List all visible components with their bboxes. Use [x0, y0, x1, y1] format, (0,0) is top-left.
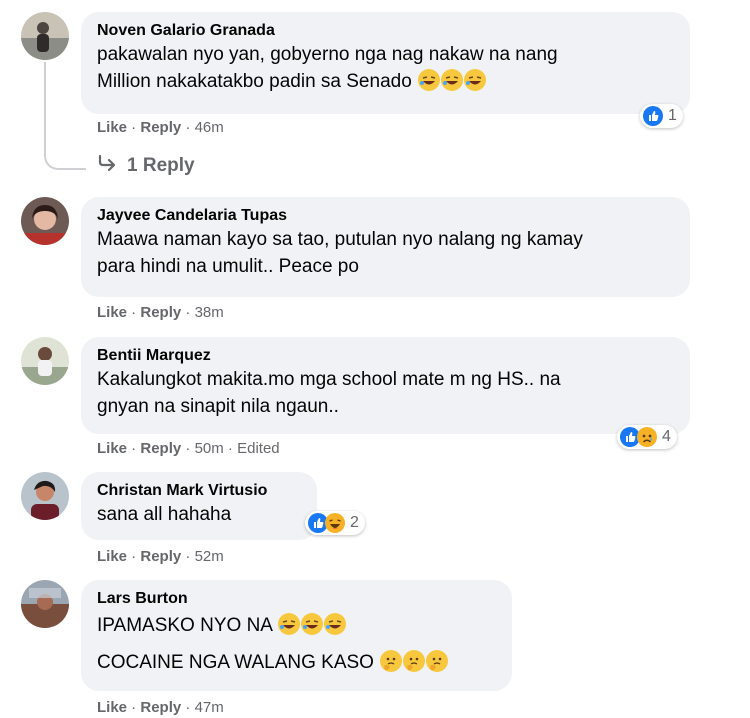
avatar[interactable] — [21, 337, 69, 385]
reply-link[interactable]: Reply — [140, 699, 181, 716]
rofl-emoji-icon — [324, 613, 347, 635]
rofl-emoji-icon — [464, 69, 487, 91]
comment-author[interactable]: Christan Mark Virtusio — [97, 481, 301, 501]
comment-text-line-wrapper: COCAINE NGA WALANG KASO — [97, 649, 496, 676]
thread-line — [44, 62, 46, 142]
like-reaction-icon — [643, 106, 663, 126]
avatar[interactable] — [21, 472, 69, 520]
reaction-count: 4 — [662, 428, 671, 445]
comment-actions: Like · Reply · 50m · Edited — [97, 440, 280, 457]
like-link[interactable]: Like — [97, 304, 127, 321]
view-replies-label: 1 Reply — [127, 155, 195, 176]
comment-bubble: Bentii Marquez Kakalungkot makita.mo mga… — [81, 337, 690, 434]
comment-bubble: Noven Galario Granada pakawalan nyo yan,… — [81, 12, 690, 114]
like-link[interactable]: Like — [97, 119, 127, 136]
comment-text-line: sana all hahaha — [97, 504, 232, 525]
like-link[interactable]: Like — [97, 548, 127, 565]
comment-time[interactable]: 38m — [195, 304, 224, 321]
comment-text-line: gnyan na sinapit nila ngaun.. — [97, 396, 339, 417]
comment-actions: Like · Reply · 52m — [97, 548, 224, 565]
comment-text-line: IPAMASKO NYO NA — [97, 615, 272, 636]
thinking-emoji-icon — [403, 650, 426, 672]
reaction-count: 2 — [350, 514, 359, 531]
rofl-emoji-icon — [418, 69, 441, 91]
haha-reaction-icon — [325, 513, 345, 533]
comment-text-line: Kakalungkot makita.mo mga school mate m … — [97, 369, 561, 390]
comment-text-line: para hindi na umulit.. Peace po — [97, 256, 359, 277]
comment-author[interactable]: Bentii Marquez — [97, 346, 674, 366]
comment-text-line: pakawalan nyo yan, gobyerno nga nag naka… — [97, 44, 558, 65]
comment-text-line: Maawa naman kayo sa tao, putulan nyo nal… — [97, 229, 583, 250]
sad-reaction-icon — [637, 427, 657, 447]
like-link[interactable]: Like — [97, 699, 127, 716]
reply-link[interactable]: Reply — [140, 440, 181, 457]
thread-curve — [44, 142, 86, 170]
rofl-emoji-icon — [301, 613, 324, 635]
comment-actions: Like · Reply · 38m — [97, 304, 224, 321]
reply-link[interactable]: Reply — [140, 548, 181, 565]
comment-author[interactable]: Jayvee Candelaria Tupas — [97, 206, 674, 226]
avatar[interactable] — [21, 12, 69, 60]
comment-author[interactable]: Noven Galario Granada — [97, 21, 674, 41]
reply-link[interactable]: Reply — [140, 304, 181, 321]
reply-arrow-icon — [97, 154, 117, 178]
comment-time[interactable]: 52m — [195, 548, 224, 565]
avatar[interactable] — [21, 197, 69, 245]
view-replies-link[interactable]: 1 Reply — [97, 154, 195, 178]
thinking-emoji-icon — [380, 650, 403, 672]
reaction-summary[interactable]: 4 — [617, 425, 677, 449]
comment-author[interactable]: Lars Burton — [97, 589, 496, 609]
comment-bubble: Christan Mark Virtusio sana all hahaha — [81, 472, 317, 540]
comment-time[interactable]: 47m — [195, 699, 224, 716]
comment-time[interactable]: 46m — [195, 119, 224, 136]
rofl-emoji-icon — [441, 69, 464, 91]
edited-label: Edited — [237, 440, 280, 457]
comment-text-line: Million nakakatakbo padin sa Senado — [97, 71, 412, 92]
comment-bubble: Lars Burton IPAMASKO NYO NA COCAINE NGA … — [81, 580, 512, 691]
like-link[interactable]: Like — [97, 440, 127, 457]
comment-text-line-wrapper: IPAMASKO NYO NA — [97, 612, 496, 639]
comment-actions: Like · Reply · 46m — [97, 119, 224, 136]
comment-text-line-wrapper: Million nakakatakbo padin sa Senado — [97, 68, 674, 95]
rofl-emoji-icon — [278, 613, 301, 635]
comment-time[interactable]: 50m — [195, 440, 224, 457]
reply-link[interactable]: Reply — [140, 119, 181, 136]
comment-actions: Like · Reply · 47m — [97, 699, 224, 716]
reaction-summary[interactable]: 2 — [305, 511, 365, 535]
comment-text-line: COCAINE NGA WALANG KASO — [97, 652, 374, 673]
reaction-count: 1 — [668, 107, 677, 124]
avatar[interactable] — [21, 580, 69, 628]
reaction-summary[interactable]: 1 — [640, 104, 683, 128]
thinking-emoji-icon — [426, 650, 449, 672]
comment-bubble: Jayvee Candelaria Tupas Maawa naman kayo… — [81, 197, 690, 297]
